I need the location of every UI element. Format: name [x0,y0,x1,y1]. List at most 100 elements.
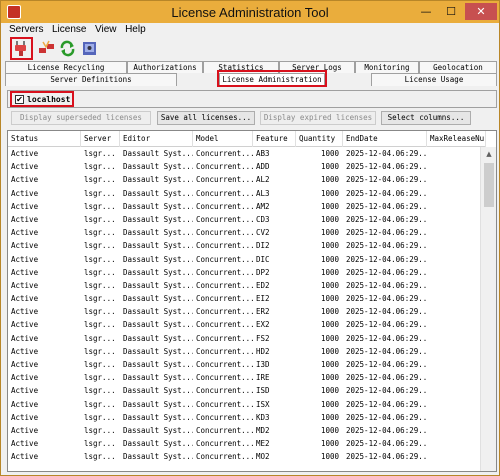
cell-model: Concurrent... [196,188,253,198]
cell-feature: AL2 [256,175,270,185]
cell-editor: Dassault Syst... [123,188,193,198]
save-all-button[interactable]: Save all licenses... [157,111,255,125]
tab-geolocation[interactable]: Geolocation [419,61,497,73]
cell-quantity: 1000 [320,241,339,251]
table-row[interactable]: Active lsgr... Dassault Syst... Concurrent.… [8,358,480,371]
cell-quantity: 1000 [320,425,339,435]
menu-license[interactable]: License [52,23,86,37]
action-buttons: Display superseded licenses Save all lic… [7,111,497,127]
table-row[interactable]: Active lsgr... Dassault Syst... Concurrent.… [8,411,480,424]
header-feature[interactable]: Feature [253,131,296,147]
cell-status: Active [11,346,39,356]
table-row[interactable]: Active lsgr... Dassault Syst... Concurrent.… [8,147,480,160]
cell-editor: Dassault Syst... [123,201,193,211]
cell-enddate: 2025-12-04.06:29... [346,452,427,462]
tab-server-definitions[interactable]: Server Definitions [5,73,177,86]
table-row[interactable]: Active lsgr... Dassault Syst... Concurrent.… [8,173,480,186]
disconnect-plug-icon[interactable] [37,39,56,58]
table-row[interactable]: Active lsgr... Dassault Syst... Concurrent.… [8,450,480,463]
cell-model: Concurrent... [196,162,253,172]
cell-enddate: 2025-12-04.06:29... [346,267,427,277]
tab-license-usage[interactable]: License Usage [371,73,497,86]
maximize-button[interactable]: ☐ [439,3,463,20]
display-superseded-button[interactable]: Display superseded licenses [11,111,151,125]
minimize-button[interactable]: — [414,3,438,20]
cell-server: lsgr... [84,425,116,435]
table-row[interactable]: Active lsgr... Dassault Syst... Concurrent.… [8,398,480,411]
header-quantity[interactable]: Quantity [296,131,343,147]
properties-icon[interactable] [80,39,99,58]
table-row[interactable]: Active lsgr... Dassault Syst... Concurrent.… [8,424,480,437]
select-columns-button[interactable]: Select columns... [381,111,471,125]
cell-model: Concurrent... [196,452,253,462]
server-checkbox[interactable]: ✔ [15,95,24,104]
tab-monitoring[interactable]: Monitoring [355,61,419,73]
table-row[interactable]: Active lsgr... Dassault Syst... Concurrent.… [8,200,480,213]
cell-quantity: 1000 [320,452,339,462]
scroll-up-icon[interactable]: ▲ [481,147,496,161]
toolbar [1,37,499,61]
header-maxrelease[interactable]: MaxReleaseNu [427,131,486,147]
cell-status: Active [11,360,39,369]
cell-quantity: 1000 [320,267,339,277]
cell-status: Active [11,294,39,304]
table-row[interactable]: Active lsgr... Dassault Syst... Concurrent.… [8,437,480,450]
scroll-thumb[interactable] [484,163,494,207]
tab-authorizations[interactable]: Authorizations [127,61,203,73]
cell-feature: HD2 [256,346,270,356]
app-window: License Administration Tool — ☐ ✕ Server… [0,0,500,476]
table-row[interactable]: Active lsgr... Dassault Syst... Concurrent.… [8,332,480,345]
cell-feature: ME2 [256,439,270,449]
cell-status: Active [11,162,39,172]
header-enddate[interactable]: EndDate [343,131,427,147]
cell-feature: CD3 [256,214,270,224]
connect-plug-icon[interactable] [10,37,33,60]
table-row[interactable]: Active lsgr... Dassault Syst... Concurrent.… [8,305,480,318]
table-row[interactable]: Active lsgr... Dassault Syst... Concurrent.… [8,345,480,358]
vertical-scrollbar[interactable]: ▲ [480,147,496,471]
table-row[interactable]: Active lsgr... Dassault Syst... Concurrent.… [8,226,480,239]
table-row[interactable]: Active lsgr... Dassault Syst... Concurrent.… [8,384,480,397]
table-row[interactable]: Active lsgr... Dassault Syst... Concurrent.… [8,318,480,331]
cell-model: Concurrent... [196,228,253,238]
table-row[interactable]: Active lsgr... Dassault Syst... Concurrent.… [8,187,480,200]
cell-model: Concurrent... [196,320,253,330]
cell-editor: Dassault Syst... [123,175,193,185]
header-server[interactable]: Server [81,131,120,147]
header-model[interactable]: Model [193,131,253,147]
cell-enddate: 2025-12-04.06:29... [346,320,427,330]
cell-feature: EX2 [256,320,270,330]
cell-server: lsgr... [84,333,116,343]
cell-feature: FS2 [256,333,270,343]
table-row[interactable]: Active lsgr... Dassault Syst... Concurrent.… [8,213,480,226]
menu-help[interactable]: Help [125,23,146,37]
cell-editor: Dassault Syst... [123,241,193,251]
table-row[interactable]: Active lsgr... Dassault Syst... Concurrent.… [8,292,480,305]
table-row[interactable]: Active lsgr... Dassault Syst... Concurrent.… [8,266,480,279]
menu-view[interactable]: View [95,23,117,37]
refresh-icon[interactable] [58,39,77,58]
table-row[interactable]: Active lsgr... Dassault Syst... Concurrent.… [8,253,480,266]
cell-enddate: 2025-12-04.06:29... [346,214,427,224]
table-row[interactable]: Active lsgr... Dassault Syst... Concurrent.… [8,279,480,292]
table-row[interactable]: Active lsgr... Dassault Syst... Concurrent.… [8,239,480,252]
close-button[interactable]: ✕ [465,3,497,20]
cell-server: lsgr... [84,294,116,304]
header-editor[interactable]: Editor [120,131,193,147]
menu-servers[interactable]: Servers [9,23,43,37]
cell-model: Concurrent... [196,241,253,251]
cell-quantity: 1000 [320,333,339,343]
header-status[interactable]: Status [8,131,81,147]
cell-model: Concurrent... [196,175,253,185]
cell-editor: Dassault Syst... [123,320,193,330]
tab-license-recycling[interactable]: License Recycling [5,61,127,73]
cell-status: Active [11,254,39,264]
cell-enddate: 2025-12-04.06:29... [346,333,427,343]
table-row[interactable]: Active lsgr... Dassault Syst... Concurrent.… [8,371,480,384]
display-expired-button[interactable]: Display expired licenses [260,111,376,125]
cell-quantity: 1000 [320,254,339,264]
table-header: Status Server Editor Model Feature Quant… [8,131,486,147]
table-row[interactable]: Active lsgr... Dassault Syst... Concurrent.… [8,160,480,173]
cell-editor: Dassault Syst... [123,425,193,435]
cell-feature: MD2 [256,425,270,435]
